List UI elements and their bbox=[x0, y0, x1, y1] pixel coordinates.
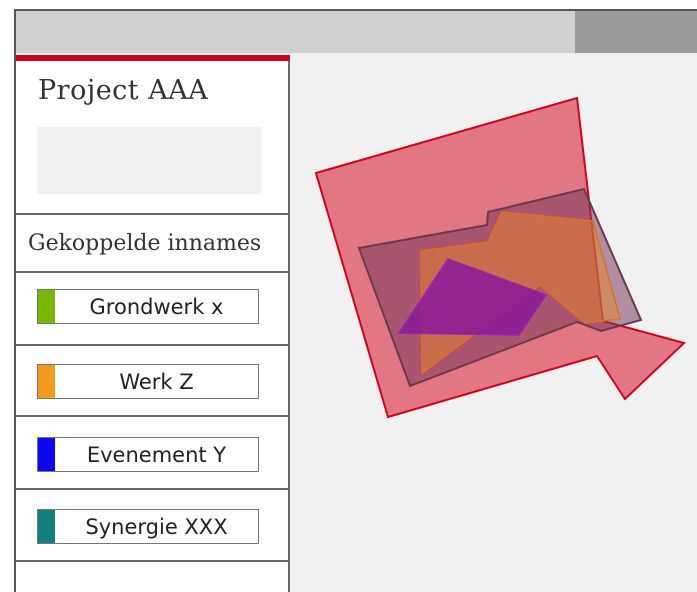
map-svg[interactable] bbox=[290, 55, 697, 592]
divider bbox=[16, 415, 288, 417]
divider bbox=[16, 271, 288, 273]
sidebar-accent-bar bbox=[16, 55, 290, 61]
color-swatch bbox=[38, 510, 55, 543]
divider bbox=[16, 560, 288, 562]
inname-label: Grondwerk x bbox=[89, 294, 224, 319]
color-swatch bbox=[38, 438, 55, 471]
inname-button-grondwerk[interactable]: Grondwerk x bbox=[37, 289, 259, 324]
top-bar-right-block bbox=[575, 11, 697, 53]
project-info-placeholder bbox=[37, 127, 261, 194]
section-title: Gekoppelde innames bbox=[28, 231, 262, 256]
divider bbox=[16, 488, 288, 490]
inname-label: Synergie XXX bbox=[85, 514, 228, 539]
inname-label: Werk Z bbox=[119, 369, 194, 394]
inname-label: Evenement Y bbox=[86, 442, 227, 467]
sidebar: Project AAA Gekoppelde innames Grondwerk… bbox=[16, 55, 290, 592]
divider bbox=[16, 344, 288, 346]
project-title: Project AAA bbox=[38, 75, 209, 106]
inname-button-evenement[interactable]: Evenement Y bbox=[37, 437, 259, 472]
divider bbox=[16, 213, 288, 215]
color-swatch bbox=[38, 290, 55, 323]
map-canvas[interactable] bbox=[290, 55, 697, 592]
inname-button-synergie[interactable]: Synergie XXX bbox=[37, 509, 259, 544]
color-swatch bbox=[38, 365, 55, 398]
inname-button-werk[interactable]: Werk Z bbox=[37, 364, 259, 399]
